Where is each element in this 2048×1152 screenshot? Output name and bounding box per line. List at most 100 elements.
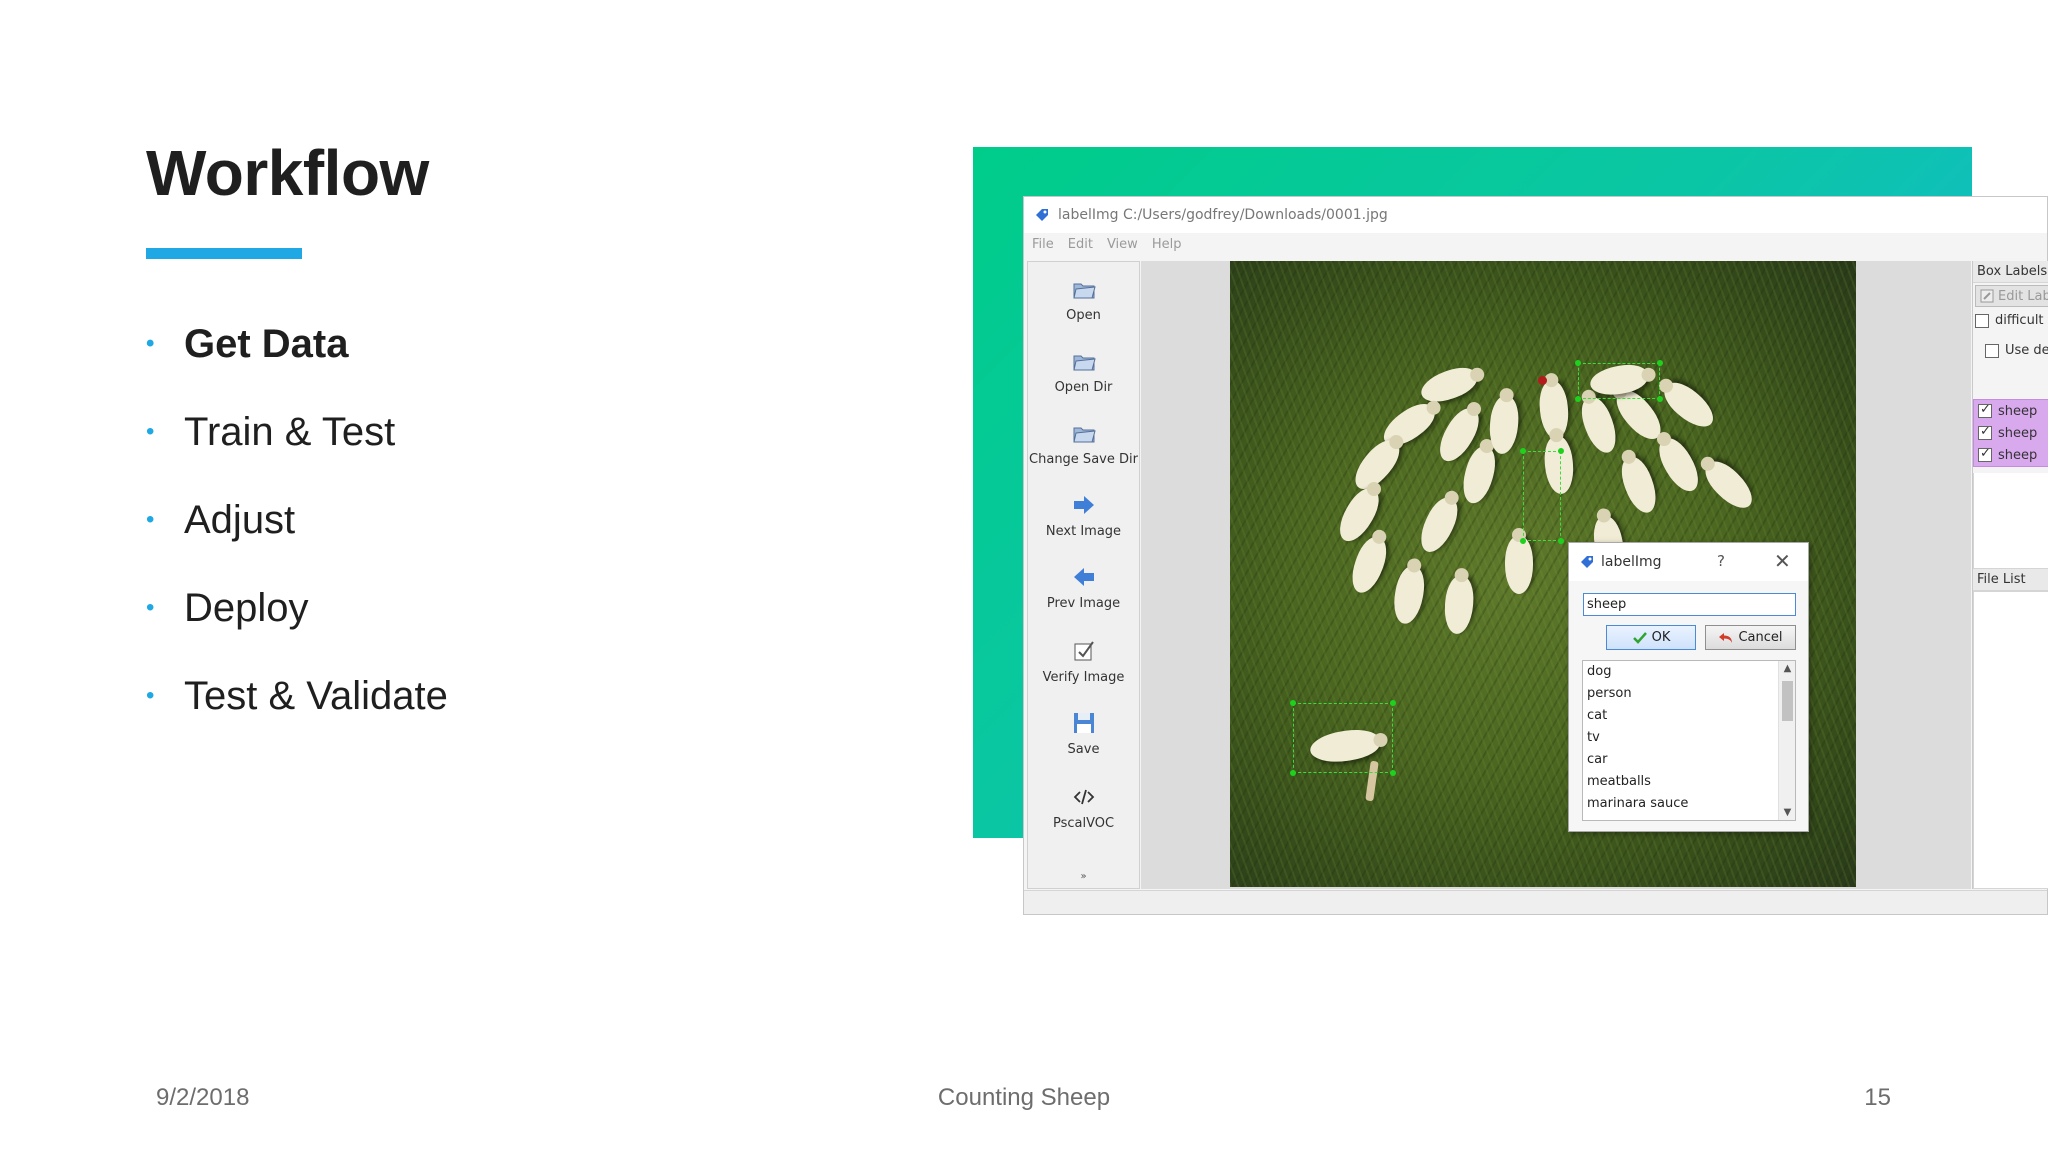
label-input[interactable] <box>1583 593 1796 616</box>
pascal-voc-label: PscalVOC <box>1052 816 1115 831</box>
labelimg-window: labelImg C:/Users/godfrey/Downloads/0001… <box>1023 196 2048 915</box>
checkbox-icon <box>1975 313 1989 328</box>
bullet-item: • Deploy <box>146 564 448 652</box>
next-image-button[interactable]: Next Image <box>1028 492 1139 539</box>
floppy-icon <box>1073 713 1094 733</box>
tag-icon <box>1581 556 1593 568</box>
checkbox-icon <box>1074 641 1094 661</box>
folder-icon <box>1072 427 1096 443</box>
dialog-titlebar: labelImg ? ✕ <box>1569 543 1808 581</box>
next-image-label: Next Image <box>1045 524 1122 539</box>
bounding-box[interactable] <box>1523 451 1561 541</box>
file-list-header: File List <box>1973 569 2048 591</box>
menu-edit[interactable]: Edit <box>1068 237 1093 252</box>
ok-button[interactable]: OK <box>1606 625 1696 650</box>
verify-image-label: Verify Image <box>1042 670 1125 685</box>
checkbox-icon <box>1978 402 1992 418</box>
label-dialog: labelImg ? ✕ OK Cancel dog person cat tv… <box>1568 542 1809 832</box>
prev-image-button[interactable]: Prev Image <box>1028 564 1139 611</box>
toolbar-more-icon[interactable]: » <box>1028 871 1139 882</box>
checkbox-icon <box>1978 424 1992 440</box>
class-list-item[interactable]: person <box>1583 683 1795 705</box>
bullet-item: • Adjust <box>146 476 448 564</box>
edit-label-text: Edit Label <box>1998 288 2048 304</box>
save-label: Save <box>1067 742 1100 757</box>
class-list-item[interactable]: car <box>1583 749 1795 771</box>
bullet-label: Adjust <box>184 497 296 542</box>
verify-image-button[interactable]: Verify Image <box>1028 638 1139 685</box>
close-icon[interactable]: ✕ <box>1774 549 1791 573</box>
window-titlebar: labelImg C:/Users/godfrey/Downloads/0001… <box>1024 197 2047 233</box>
bullet-dot-icon: • <box>146 506 155 533</box>
checkbox-icon <box>1985 343 1999 358</box>
pencil-icon <box>1980 289 1994 303</box>
bullet-dot-icon: • <box>146 330 155 357</box>
help-icon[interactable]: ? <box>1717 552 1725 570</box>
open-dir-label: Open Dir <box>1054 380 1113 395</box>
chevron-down-icon[interactable]: ▼ <box>1779 807 1796 818</box>
menu-file[interactable]: File <box>1032 237 1054 252</box>
bullet-dot-icon: • <box>146 594 155 621</box>
undo-arrow-icon <box>1719 632 1733 643</box>
open-label: Open <box>1066 308 1101 323</box>
status-bar <box>1024 890 2047 914</box>
ok-label: OK <box>1651 630 1671 645</box>
bullet-label: Get Data <box>184 321 349 366</box>
label-list-item[interactable]: sheep <box>1978 400 2048 422</box>
bounding-box[interactable] <box>1293 703 1393 773</box>
save-button[interactable]: Save <box>1028 710 1139 757</box>
open-dir-button[interactable]: Open Dir <box>1028 348 1139 395</box>
cancel-button[interactable]: Cancel <box>1705 625 1796 650</box>
use-default-label-checkbox[interactable]: Use default label <box>1985 343 2048 358</box>
ladybug-figure <box>1538 376 1547 385</box>
bullet-item: • Train & Test <box>146 388 448 476</box>
class-list-item[interactable]: cat <box>1583 705 1795 727</box>
label-list-item[interactable]: sheep <box>1978 422 2048 444</box>
class-list-item[interactable]: tv <box>1583 727 1795 749</box>
change-save-dir-button[interactable]: Change Save Dir <box>1028 420 1139 467</box>
bullet-label: Test & Validate <box>184 673 448 718</box>
difficult-label: difficult <box>1995 313 2044 328</box>
difficult-checkbox[interactable]: difficult <box>1975 313 2044 328</box>
slide-title: Workflow <box>146 137 429 209</box>
workflow-bullet-list: • Get Data • Train & Test • Adjust • Deploy … <box>146 300 448 740</box>
arrow-right-icon <box>1073 496 1094 514</box>
bullet-dot-icon: • <box>146 682 155 709</box>
bullet-dot-icon: • <box>146 418 155 445</box>
arrow-left-icon <box>1073 568 1094 586</box>
menu-help[interactable]: Help <box>1152 237 1182 252</box>
class-list-item[interactable]: dog <box>1583 661 1795 683</box>
cancel-label: Cancel <box>1738 630 1783 645</box>
window-title: labelImg C:/Users/godfrey/Downloads/0001… <box>1058 207 1388 223</box>
tag-icon <box>1036 209 1048 221</box>
checkmark-icon <box>1632 631 1647 644</box>
change-save-dir-label: Change Save Dir <box>1029 452 1138 467</box>
bullet-label: Deploy <box>184 585 309 630</box>
folder-icon <box>1072 355 1096 371</box>
code-icon <box>1073 789 1094 805</box>
right-dock: Box Labels Edit Label difficult Use defa… <box>1972 261 2048 889</box>
box-labels-panel <box>1973 473 2048 569</box>
menu-view[interactable]: View <box>1107 237 1138 252</box>
folder-icon <box>1072 283 1096 299</box>
chevron-up-icon[interactable]: ▲ <box>1779 663 1796 674</box>
box-label-list: sheep sheep sheep <box>1973 399 2048 467</box>
use-default-label-text: Use default label <box>2005 343 2048 358</box>
prev-image-label: Prev Image <box>1046 596 1121 611</box>
pascal-voc-button[interactable]: PscalVOC <box>1028 784 1139 831</box>
image-canvas[interactable] <box>1141 261 1971 889</box>
scroll-thumb[interactable] <box>1782 681 1793 721</box>
label-list-item[interactable]: sheep <box>1978 444 2048 466</box>
edit-label-button[interactable]: Edit Label <box>1975 285 2048 307</box>
tool-sidebar: Open Open Dir Change Save Dir Next Image… <box>1027 261 1140 889</box>
bullet-label: Train & Test <box>184 409 396 454</box>
class-list-scrollbar[interactable]: ▲ ▼ <box>1778 661 1795 820</box>
bullet-item: • Get Data <box>146 300 448 388</box>
file-list-panel[interactable] <box>1973 591 2048 889</box>
checkbox-icon <box>1978 446 1992 462</box>
dialog-title: labelImg <box>1601 554 1662 570</box>
class-list-item[interactable]: marinara sauce <box>1583 793 1795 815</box>
class-list-item[interactable]: meatballs <box>1583 771 1795 793</box>
open-button[interactable]: Open <box>1028 276 1139 323</box>
bounding-box[interactable] <box>1578 363 1660 399</box>
